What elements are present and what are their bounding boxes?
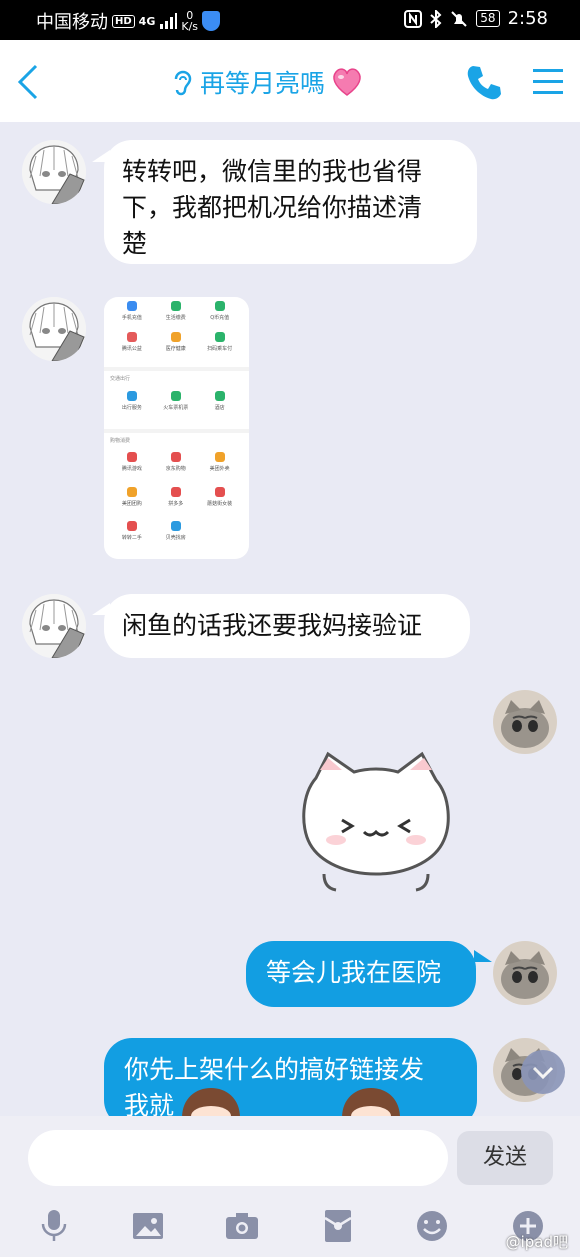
my-avatar[interactable] <box>493 690 557 754</box>
camera-icon[interactable] <box>224 1208 260 1244</box>
cat-avatar-icon <box>493 690 557 754</box>
message-line: 等会儿我在医院 <box>266 958 442 987</box>
chevron-down-icon <box>532 1066 554 1080</box>
service-item: 腾讯游戏 <box>110 452 154 482</box>
bubble-tail <box>474 950 492 962</box>
anime-girl-avatar-icon <box>22 297 86 361</box>
message-line: 你先上架什么的搞好链接发 <box>124 1055 425 1084</box>
bluetooth-icon <box>430 9 442 28</box>
signal-icon <box>160 13 178 29</box>
hd-badge: HD <box>112 14 135 28</box>
service-item: 酒店 <box>198 390 242 421</box>
service-item: Q币充值 <box>198 301 242 331</box>
message-line: 闲鱼的话我还要我妈接验证 <box>122 611 423 640</box>
section-title: 交通出行 <box>110 376 131 382</box>
red-packet-icon[interactable] <box>320 1208 356 1244</box>
service-item: 美团外卖 <box>198 452 242 482</box>
back-icon[interactable] <box>14 62 44 102</box>
chat-header: 再等月亮嗎 <box>0 40 580 122</box>
menu-icon[interactable] <box>533 68 563 96</box>
message-bubble-incoming[interactable]: 转转吧，微信里的我也省得 下，我都把机况给你描述清 楚 <box>104 140 477 264</box>
heart-icon <box>333 68 361 96</box>
image-section-travel: 交通出行 出行服务 火车票机票 酒店 <box>104 371 249 429</box>
contact-avatar[interactable] <box>22 297 86 361</box>
service-item: 生活缴费 <box>154 301 198 331</box>
composer: 发送 <box>0 1116 580 1257</box>
message-line: 转转吧，微信里的我也省得 <box>122 157 423 186</box>
ear-icon[interactable] <box>170 67 194 97</box>
message-line: 楚 <box>122 229 148 258</box>
service-item: 扫码乘车付 <box>198 332 242 362</box>
send-button[interactable]: 发送 <box>457 1131 553 1185</box>
image-section-shopping: 购物消费 腾讯游戏 京东购物 美团外卖 美团团购 拼多多 蘑菇街女装 转转二手 … <box>104 433 249 559</box>
contact-avatar[interactable] <box>22 594 86 658</box>
service-item: 手机充值 <box>110 301 154 331</box>
security-shield-icon <box>202 11 221 31</box>
image-icon[interactable] <box>130 1208 166 1244</box>
message-bubble-incoming[interactable]: 闲鱼的话我还要我妈接验证 <box>104 594 470 658</box>
mute-bell-icon <box>451 10 468 27</box>
title-group: 再等月亮嗎 <box>170 64 363 100</box>
message-input[interactable] <box>28 1130 448 1186</box>
service-item: 京东购物 <box>154 452 198 482</box>
carrier-label: 中国移动 <box>36 12 108 33</box>
service-item: 火车票机票 <box>154 390 198 421</box>
anime-girl-avatar-icon <box>22 140 86 204</box>
anime-girl-avatar-icon <box>22 594 86 658</box>
message-bubble-outgoing[interactable]: 等会儿我在医院 <box>246 941 476 1007</box>
phone-icon[interactable] <box>465 62 503 102</box>
service-item: 医疗健康 <box>154 332 198 362</box>
toolbar <box>0 1208 580 1248</box>
my-avatar[interactable] <box>493 941 557 1005</box>
status-right: 58 2:58 <box>404 8 548 29</box>
cat-avatar-icon <box>493 941 557 1005</box>
service-item: 腾讯公益 <box>110 332 154 362</box>
service-item: 出行服务 <box>110 390 154 421</box>
net-speed: 0 K/s <box>181 10 198 32</box>
chibi-character-icon <box>182 1088 240 1118</box>
status-bar: 中国移动 HD 4G 0 K/s 58 2:58 <box>0 0 580 40</box>
contact-avatar[interactable] <box>22 140 86 204</box>
scroll-to-bottom-button[interactable] <box>521 1050 565 1094</box>
message-line: 下，我都把机况给你描述清 <box>122 193 423 222</box>
emoji-icon[interactable] <box>414 1208 450 1244</box>
section-title: 购物消费 <box>110 438 131 444</box>
clock: 2:58 <box>507 8 548 29</box>
service-item: 转转二手 <box>110 520 154 551</box>
nfc-icon <box>404 9 423 28</box>
service-item: 拼多多 <box>154 486 198 517</box>
status-left: 中国移动 HD 4G 0 K/s <box>36 8 221 34</box>
watermark: @ipad吧 <box>505 1233 568 1251</box>
chibi-character-icon <box>342 1088 400 1118</box>
image-section-services: 手机充值 生活缴费 Q币充值 腾讯公益 医疗健康 扫码乘车付 <box>104 297 249 367</box>
service-item: 贝壳找房 <box>154 520 198 551</box>
battery-indicator: 58 <box>476 10 500 27</box>
message-bubble-outgoing[interactable]: 你先上架什么的搞好链接发 我就 <box>104 1038 477 1128</box>
chat-title: 再等月亮嗎 <box>200 69 326 98</box>
microphone-icon[interactable] <box>36 1208 72 1244</box>
image-message[interactable]: 手机充值 生活缴费 Q币充值 腾讯公益 医疗健康 扫码乘车付 交通出行 出行服务… <box>104 297 249 559</box>
net-speed-unit: K/s <box>181 20 199 33</box>
service-item: 蘑菇街女装 <box>198 486 242 517</box>
white-cat-sticker[interactable] <box>298 748 454 904</box>
service-item: 美团团购 <box>110 486 154 517</box>
network-label: 4G <box>138 14 156 28</box>
